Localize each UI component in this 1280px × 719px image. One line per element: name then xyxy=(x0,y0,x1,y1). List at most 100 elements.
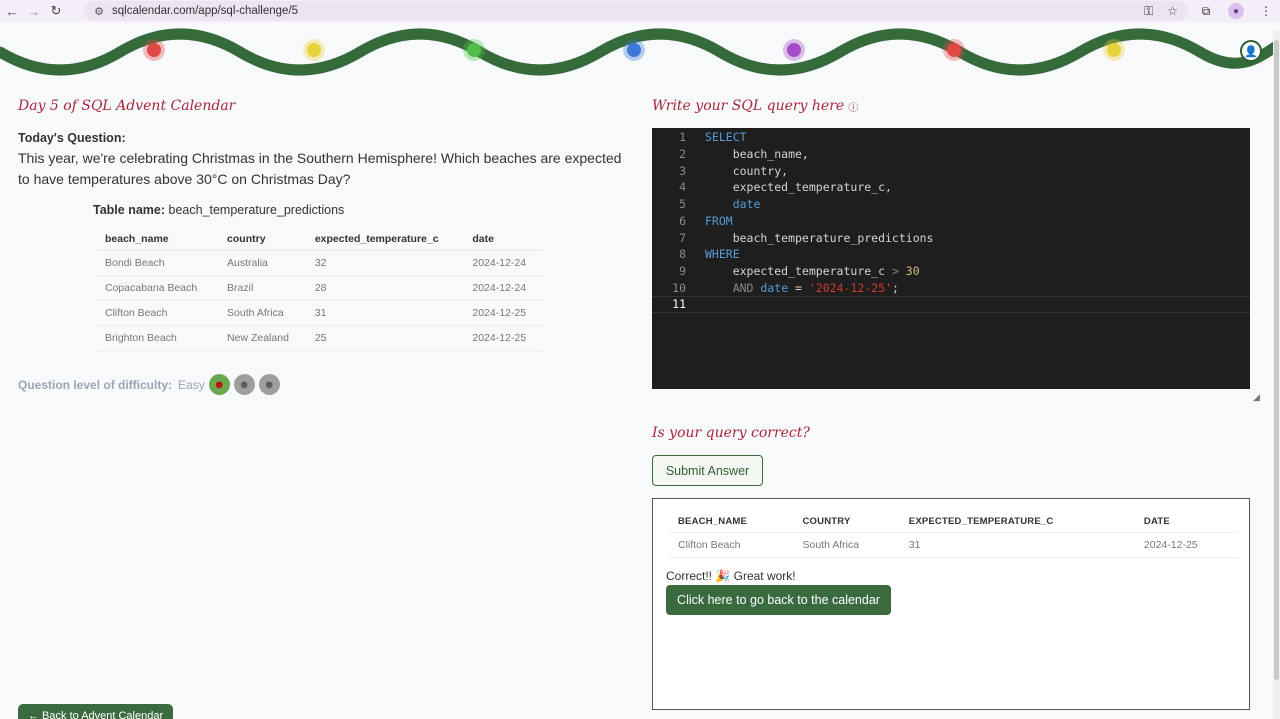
password-key-icon[interactable]: ⚿ xyxy=(1144,4,1153,19)
line-number: 3 xyxy=(679,163,686,178)
header-country: country xyxy=(219,228,307,251)
result-panel: BEACH_NAME COUNTRY EXPECTED_TEMPERATURE_… xyxy=(652,498,1250,710)
line-number: 7 xyxy=(679,230,686,245)
profile-avatar-icon[interactable]: ● xyxy=(1228,3,1244,19)
code-operator: > xyxy=(891,263,899,278)
question-text: This year, we're celebrating Christmas i… xyxy=(18,150,622,187)
site-info-icon[interactable]: ⚙ xyxy=(90,5,108,18)
difficulty-label: Question level of difficulty: xyxy=(18,377,173,392)
table-cell: Copacabana Beach xyxy=(97,275,220,301)
code-line: 2 beach_name, xyxy=(652,146,1250,163)
result-header-country: COUNTRY xyxy=(802,516,851,527)
table-cell: 31 xyxy=(306,300,465,326)
menu-kebab-icon[interactable]: ⋮ xyxy=(1258,4,1274,18)
address-bar[interactable]: ⚙ sqlcalendar.com/app/sql-challenge/5 ⚿ … xyxy=(84,1,1188,21)
table-cell: Brazil xyxy=(219,275,307,301)
user-avatar-icon[interactable]: 👤 xyxy=(1240,40,1262,62)
table-cell: Bondi Beach xyxy=(97,250,220,276)
header-beach-name: beach_name xyxy=(97,228,220,251)
table-cell: New Zealand xyxy=(219,325,307,351)
code-keyword: date xyxy=(760,280,789,295)
garland-bulb xyxy=(467,43,481,57)
code-text: date xyxy=(705,197,761,211)
difficulty-row: Question level of difficulty: Easy ☻ ☻ ☻ xyxy=(18,374,280,395)
line-number: 4 xyxy=(679,180,686,195)
code-text: expected_temperature_c > 30 xyxy=(705,264,920,278)
code-text: FROM xyxy=(705,213,733,228)
result-header-row: BEACH_NAME COUNTRY EXPECTED_TEMPERATURE_… xyxy=(670,511,1238,533)
code-string: '2024-12-25' xyxy=(808,280,892,295)
day-title: Day 5 of SQL Advent Calendar xyxy=(18,98,236,114)
arrow-right-icon[interactable]: → xyxy=(24,1,44,21)
reload-icon[interactable]: ↻ xyxy=(46,1,66,21)
result-header-expected-temperature: EXPECTED_TEMPERATURE_C xyxy=(908,516,1054,527)
info-icon[interactable]: ⓘ xyxy=(848,99,858,114)
table-row: Brighton Beach New Zealand 25 2024-12-25 xyxy=(97,325,543,351)
scrollbar-thumb[interactable] xyxy=(1274,40,1279,680)
line-number: 11 xyxy=(672,297,686,312)
code-text: AND date = '2024-12-25'; xyxy=(705,281,899,295)
code-line: 1 SELECT xyxy=(652,129,1250,146)
go-to-calendar-button[interactable]: Click here to go back to the calendar xyxy=(666,585,891,615)
garland-bulb xyxy=(627,43,641,57)
line-number: 8 xyxy=(679,247,686,262)
table-name-value: beach_temperature_predictions xyxy=(168,203,345,217)
resize-handle-icon[interactable]: ◢ xyxy=(1253,392,1260,403)
line-number: 5 xyxy=(679,197,686,212)
table-cell: 32 xyxy=(306,250,465,276)
result-cell: South Africa xyxy=(794,532,901,558)
code-text: expected_temperature_c, xyxy=(705,180,892,195)
code-line: 7 beach_temperature_predictions xyxy=(652,229,1250,246)
result-table: BEACH_NAME COUNTRY EXPECTED_TEMPERATURE_… xyxy=(670,511,1238,558)
table-cell: 2024-12-24 xyxy=(464,275,543,301)
code-line: 10 AND date = '2024-12-25'; xyxy=(652,279,1250,296)
difficulty-value: Easy xyxy=(178,377,205,392)
code-line: 4 expected_temperature_c, xyxy=(652,179,1250,196)
sql-editor-title-text: Write your SQL query here xyxy=(652,98,845,114)
code-number: 30 xyxy=(898,263,920,278)
extensions-icon[interactable]: ⧉ xyxy=(1198,4,1214,19)
code-line: 8 WHERE xyxy=(652,246,1250,263)
garland-bulb xyxy=(147,43,161,57)
code-line: 5 date xyxy=(652,196,1250,213)
table-name-label: Table name: xyxy=(93,203,166,217)
line-number: 10 xyxy=(672,280,686,295)
header-expected-temperature: expected_temperature_c xyxy=(306,228,465,251)
grinch-inactive-icon: ☻ xyxy=(258,374,280,395)
sql-editor[interactable]: 1 SELECT 2 beach_name, 3 country, 4 expe… xyxy=(652,128,1250,389)
code-text: WHERE xyxy=(705,247,740,262)
code-line-active: 11 xyxy=(652,296,1250,313)
result-header-beach-name: BEACH_NAME xyxy=(678,516,748,527)
garland-bulb xyxy=(787,43,801,57)
back-to-calendar-button[interactable]: ← Back to Advent Calendar xyxy=(18,704,174,719)
line-number: 9 xyxy=(679,263,686,278)
code-line: 6 FROM xyxy=(652,213,1250,230)
garland-bulb xyxy=(1107,43,1121,57)
table-cell: Clifton Beach xyxy=(97,300,220,326)
table-row: Copacabana Beach Brazil 28 2024-12-24 xyxy=(97,275,543,301)
query-correct-title: Is your query correct? xyxy=(652,425,810,441)
garland-bulb xyxy=(947,43,961,57)
submit-answer-button[interactable]: Submit Answer xyxy=(652,455,763,486)
grinch-active-icon: ☻ xyxy=(208,374,230,395)
result-row: Clifton Beach South Africa 31 2024-12-25 xyxy=(670,532,1238,558)
arrow-left-icon[interactable]: ← xyxy=(2,1,22,21)
table-cell: South Africa xyxy=(219,300,307,326)
table-name: Table name: beach_temperature_prediction… xyxy=(93,203,344,217)
table-row: Clifton Beach South Africa 31 2024-12-25 xyxy=(97,300,543,326)
garland-bulb xyxy=(307,43,321,57)
code-line: 3 country, xyxy=(652,162,1250,179)
code-line: 9 expected_temperature_c > 30 xyxy=(652,263,1250,280)
correct-message: Correct!! 🎉 Great work! xyxy=(666,569,796,583)
source-data-table: beach_name country expected_temperature_… xyxy=(97,228,543,351)
code-text: beach_name, xyxy=(705,147,809,162)
bookmark-star-icon[interactable]: ☆ xyxy=(1167,4,1178,18)
result-header-date: DATE xyxy=(1143,516,1170,527)
result-cell: 2024-12-25 xyxy=(1135,532,1238,558)
code-and: AND xyxy=(732,280,754,295)
sql-editor-title: Write your SQL query here ⓘ xyxy=(652,98,858,114)
line-number: 1 xyxy=(679,130,686,145)
table-cell: 2024-12-24 xyxy=(464,250,543,276)
code-semicolon: ; xyxy=(892,280,899,295)
table-cell: 25 xyxy=(306,325,465,351)
